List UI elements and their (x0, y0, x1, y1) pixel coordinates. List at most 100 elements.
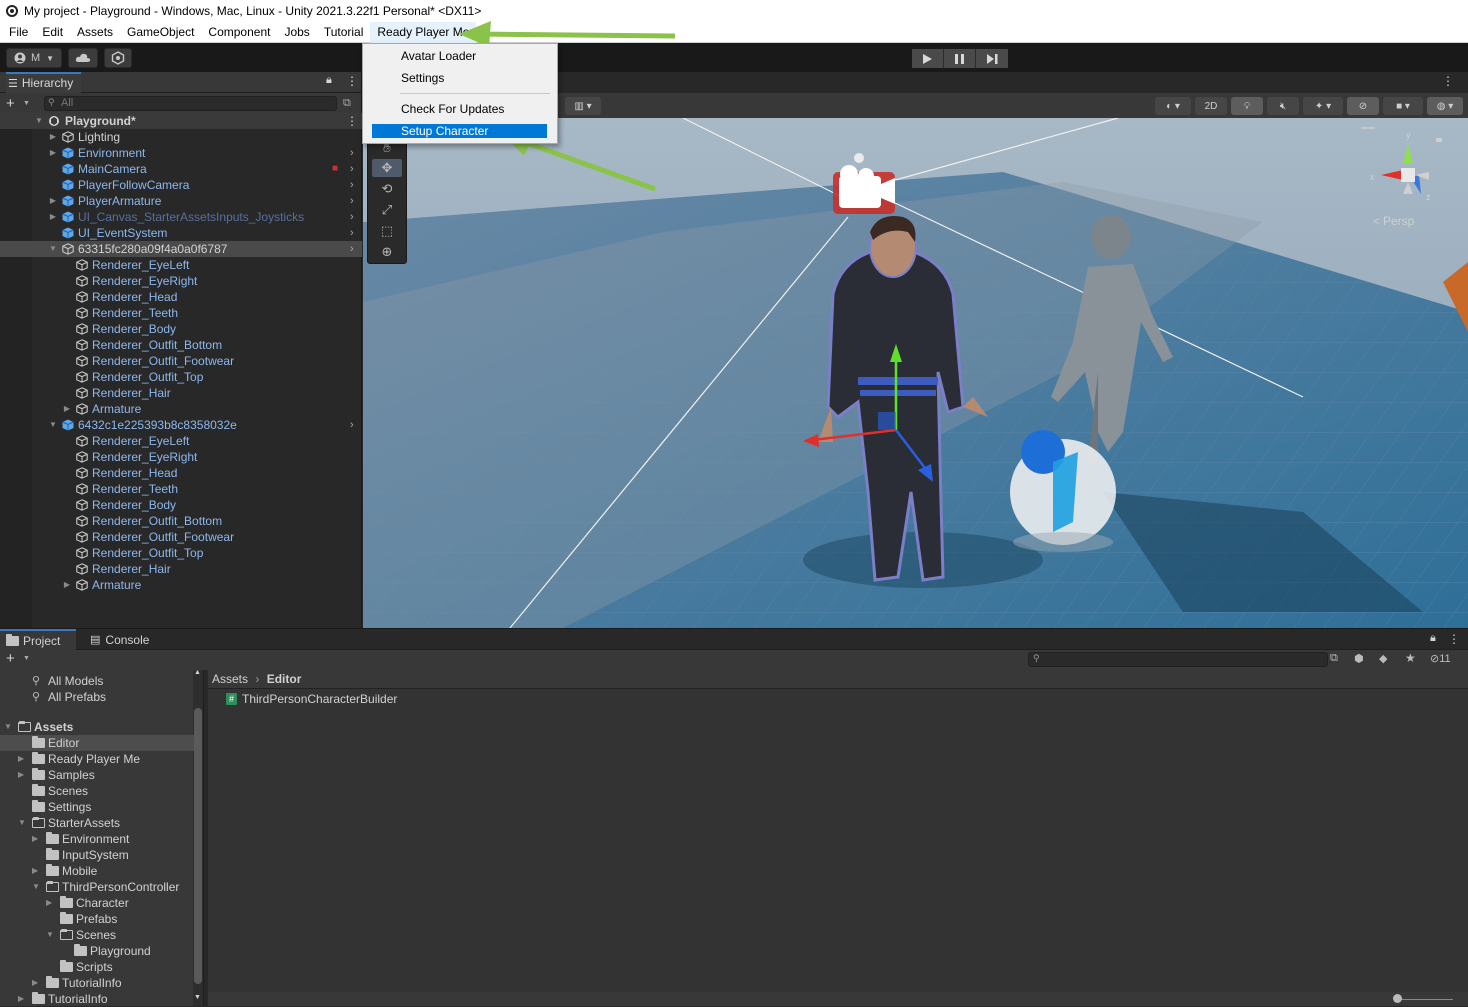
folder-tree-item[interactable]: ▶ Character (0, 895, 194, 911)
hierarchy-row[interactable]: Renderer_Outfit_Footwear (0, 353, 362, 369)
move-tool[interactable]: ✥ (372, 159, 402, 177)
folder-tree-item[interactable]: Editor (0, 735, 194, 751)
scroll-up-icon[interactable]: ▲ (194, 669, 201, 676)
chevron-right-icon[interactable]: › (350, 225, 354, 241)
lighting-toggle-button[interactable]: 💡︎ (1231, 97, 1263, 115)
hierarchy-row[interactable]: Renderer_EyeLeft (0, 433, 362, 449)
chevron-right-icon[interactable]: › (350, 161, 354, 177)
tab-hierarchy[interactable]: ☰ Hierarchy (6, 71, 82, 93)
chevron-right-icon[interactable]: › (350, 241, 354, 257)
tab-project[interactable]: Project (0, 629, 76, 650)
expand-arrow-icon[interactable]: ▼ (48, 417, 58, 433)
folder-tree-item[interactable]: ▶ Ready Player Me (0, 751, 194, 767)
folder-tree-item[interactable]: Scenes (0, 783, 194, 799)
hierarchy-row[interactable]: Renderer_Body (0, 321, 362, 337)
favorite-item[interactable]: ⚲ All Models (0, 673, 194, 689)
expand-arrow-icon[interactable]: ▼ (34, 113, 44, 129)
hierarchy-row[interactable]: Renderer_Outfit_Footwear (0, 529, 362, 545)
tab-console[interactable]: ▤ Console (82, 629, 149, 650)
hierarchy-row[interactable]: Renderer_Outfit_Bottom (0, 337, 362, 353)
filter-type-icon[interactable]: ⬢ (1354, 652, 1364, 665)
hierarchy-row[interactable]: Renderer_EyeRight (0, 449, 362, 465)
add-icon[interactable]: + (6, 650, 15, 667)
file-item[interactable]: # ThirdPersonCharacterBuilder (226, 691, 397, 707)
folder-tree-scrollbar[interactable]: ▲ ▼ (193, 669, 203, 1006)
hierarchy-search-input[interactable]: ⚲ All (44, 95, 337, 111)
visibility-toggle-button[interactable]: ⊘ (1347, 97, 1379, 115)
project-search-input[interactable]: ⚲ (1028, 652, 1328, 667)
zoom-slider-thumb[interactable] (1393, 994, 1402, 1003)
hierarchy-row[interactable]: ▼ 6432c1e225393b8c8358032e › (0, 417, 362, 433)
hierarchy-row[interactable]: ▼ 63315fc280a09f4a0a0f6787 › (0, 241, 362, 257)
pause-button[interactable] (944, 49, 976, 68)
label-tag-icon[interactable]: ◆ (1379, 652, 1387, 665)
expand-arrow-icon[interactable]: ▶ (48, 145, 58, 161)
hierarchy-row[interactable]: PlayerFollowCamera › (0, 177, 362, 193)
hierarchy-row[interactable]: Renderer_Hair (0, 561, 362, 577)
menu-tutorial[interactable]: Tutorial (317, 22, 371, 43)
folder-tree-item[interactable]: Scripts (0, 959, 194, 975)
folder-tree-item[interactable]: Playground (0, 943, 194, 959)
hierarchy-row[interactable]: ▶ Armature (0, 401, 362, 417)
effects-button[interactable]: ✦ ▾ (1303, 97, 1343, 115)
collab-button[interactable] (104, 48, 132, 68)
menu-jobs[interactable]: Jobs (277, 22, 316, 43)
hierarchy-row[interactable]: ▶ Lighting (0, 129, 362, 145)
folder-tree-item[interactable]: ▼ StarterAssets (0, 815, 194, 831)
expand-arrow-icon[interactable]: ▼ (48, 241, 58, 257)
hidden-packages-button[interactable]: ⊘11 (1430, 652, 1451, 665)
folder-tree-item[interactable]: InputSystem (0, 847, 194, 863)
expand-arrow-icon[interactable]: ▶ (18, 767, 24, 783)
scrollbar-thumb[interactable] (194, 708, 202, 984)
chevron-down-icon[interactable]: ▼ (23, 100, 30, 107)
kebab-menu-icon[interactable]: ⋮ (1448, 632, 1460, 646)
expand-arrow-icon[interactable]: ▶ (62, 577, 72, 593)
menu-component[interactable]: Component (201, 22, 277, 43)
audio-toggle-button[interactable]: 🔇︎ (1267, 97, 1299, 115)
folder-tree-item[interactable]: Settings (0, 799, 194, 815)
favorite-star-icon[interactable]: ★ (1405, 651, 1416, 665)
hierarchy-row[interactable]: ▶ PlayerArmature › (0, 193, 362, 209)
scale-tool[interactable]: ⤢ (372, 201, 402, 219)
kebab-menu-icon[interactable]: ⋮ (346, 74, 358, 88)
hierarchy-row[interactable]: UI_EventSystem › (0, 225, 362, 241)
menu-item-settings[interactable]: Settings (372, 71, 547, 85)
camera-settings-button[interactable]: ■ ▾ (1383, 97, 1423, 115)
account-dropdown[interactable]: M ▼ (6, 48, 62, 68)
expand-arrow-icon[interactable]: ▶ (48, 193, 58, 209)
menu-item-avatar-loader[interactable]: Avatar Loader (372, 49, 547, 63)
folder-tree-item[interactable]: ▼ Scenes (0, 927, 194, 943)
chevron-right-icon[interactable]: › (350, 145, 354, 161)
expand-arrow-icon[interactable]: ▶ (32, 831, 38, 847)
expand-arrow-icon[interactable]: ▶ (18, 751, 24, 767)
chevron-right-icon[interactable]: › (350, 177, 354, 193)
expand-arrow-icon[interactable]: ▼ (32, 879, 40, 895)
cloud-button[interactable] (68, 48, 98, 68)
expand-arrow-icon[interactable]: ▶ (32, 863, 38, 879)
hierarchy-row[interactable]: Renderer_Teeth (0, 481, 362, 497)
snap-grid-button[interactable]: ▥ ▾ (565, 97, 601, 115)
expand-arrow-icon[interactable]: ▶ (48, 209, 58, 225)
folder-tree-item[interactable]: ▶ TutorialInfo (0, 975, 194, 991)
chevron-right-icon[interactable]: › (350, 209, 354, 225)
rotate-tool[interactable]: ⟲ (372, 180, 402, 198)
scene-canvas[interactable]: y x z Persp < (363, 72, 1468, 628)
play-button[interactable] (912, 49, 944, 68)
scroll-down-icon[interactable]: ▼ (194, 994, 201, 1001)
folder-tree-item[interactable]: ▶ Environment (0, 831, 194, 847)
hierarchy-row[interactable]: Renderer_Outfit_Top (0, 369, 362, 385)
hierarchy-row[interactable]: Renderer_EyeRight (0, 273, 362, 289)
chevron-right-icon[interactable]: › (350, 417, 354, 433)
favorite-item[interactable]: ⚲ All Prefabs (0, 689, 194, 705)
hierarchy-row[interactable]: Renderer_Head (0, 289, 362, 305)
zoom-slider[interactable] (1398, 999, 1453, 1000)
shading-mode-button[interactable]: ◐ ▾ (1155, 97, 1191, 115)
hierarchy-row[interactable]: Renderer_Head (0, 465, 362, 481)
expand-arrow-icon[interactable]: ▼ (4, 719, 12, 735)
step-button[interactable] (976, 49, 1008, 68)
expand-arrow-icon[interactable]: ▶ (32, 975, 38, 991)
breadcrumb-editor[interactable]: Editor (267, 672, 302, 686)
menu-edit[interactable]: Edit (35, 22, 70, 43)
chevron-right-icon[interactable]: › (350, 193, 354, 209)
hierarchy-row[interactable]: Renderer_Outfit_Bottom (0, 513, 362, 529)
